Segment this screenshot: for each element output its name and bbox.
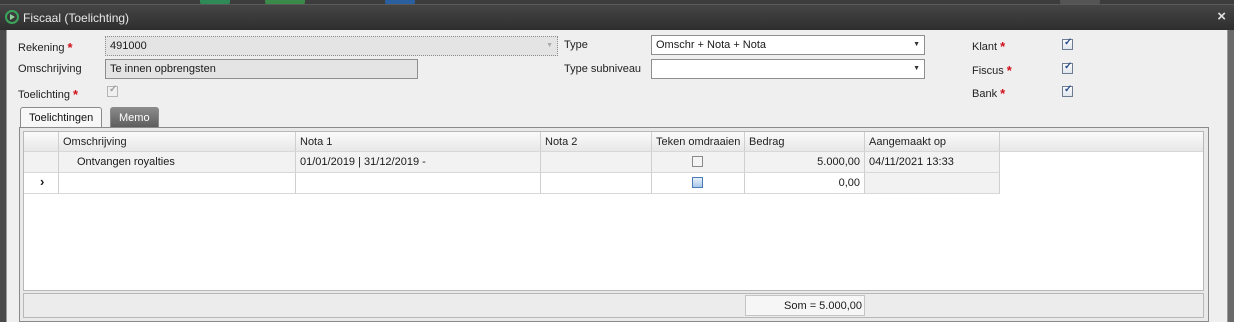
table-cell-omschrijving[interactable]: Ontvangen royalties <box>59 152 296 173</box>
app-logo-icon <box>5 10 19 24</box>
tab-toelichtingen[interactable]: Toelichtingen <box>20 107 103 128</box>
table-cell-bedrag[interactable]: 5.000,00 <box>745 152 865 173</box>
table-cell-bedrag[interactable]: 0,00 <box>745 173 865 194</box>
klant-checkbox[interactable]: ✓ <box>1062 37 1073 50</box>
table-cell-nota1[interactable]: 01/01/2019 | 31/12/2019 - <box>296 152 541 173</box>
rekening-field[interactable]: 491000 ▼ <box>105 36 558 56</box>
bank-label: Bank * <box>972 86 1006 101</box>
type-subniveau-label: Type subniveau <box>564 63 642 75</box>
table-cell-aangemaakt-op[interactable] <box>865 173 1000 194</box>
column-header-nota2[interactable]: Nota 2 <box>541 132 652 152</box>
required-marker: * <box>67 40 73 55</box>
required-marker: * <box>72 87 79 102</box>
check-icon: ✓ <box>1064 37 1073 48</box>
grid-footer: Som = 5.000,00 <box>23 293 1204 318</box>
required-marker: * <box>1006 63 1012 78</box>
column-header-omschrijving[interactable]: Omschrijving <box>59 132 296 152</box>
fiscus-checkbox[interactable]: ✓ <box>1062 61 1073 74</box>
omschrijving-label: Omschrijving <box>18 63 82 75</box>
teken-omdraaien-checkbox[interactable] <box>692 156 703 167</box>
table-cell-nota1[interactable] <box>296 173 541 194</box>
sum-total: Som = 5.000,00 <box>745 295 865 316</box>
column-header-aangemaakt-op[interactable]: Aangemaakt op <box>865 132 1000 152</box>
type-value: Omschr + Nota + Nota <box>656 39 767 51</box>
omschrijving-value: Te innen opbrengsten <box>110 63 216 75</box>
type-label: Type <box>564 39 588 51</box>
rekening-value: 491000 <box>110 40 147 52</box>
toelichtingen-panel: Omschrijving Nota 1 Nota 2 Teken omdraai… <box>19 127 1209 322</box>
required-marker: * <box>1000 86 1006 101</box>
table-cell-aangemaakt-op[interactable]: 04/11/2021 13:33 <box>865 152 1000 173</box>
toelichting-label: Toelichting * <box>18 87 79 102</box>
type-select[interactable]: Omschr + Nota + Nota ▼ <box>651 35 925 55</box>
row-indicator-header <box>24 132 59 152</box>
chevron-down-icon: ▼ <box>546 42 553 49</box>
right-edge-panel <box>1228 30 1234 322</box>
required-marker: * <box>1000 39 1006 54</box>
toelichtingen-grid: Omschrijving Nota 1 Nota 2 Teken omdraai… <box>23 131 1204 291</box>
bank-checkbox[interactable]: ✓ <box>1062 84 1073 97</box>
fiscus-label: Fiscus * <box>972 63 1012 78</box>
column-header-nota1[interactable]: Nota 1 <box>296 132 541 152</box>
title-bar: Fiscaal (Toelichting) × <box>0 4 1234 30</box>
table-cell-teken-omdraaien[interactable] <box>652 173 745 194</box>
dialog-body: Rekening * 491000 ▼ Type Omschr + Nota + … <box>6 30 1228 322</box>
table-cell-teken-omdraaien[interactable] <box>652 152 745 173</box>
omschrijving-field: Te innen opbrengsten <box>105 59 418 79</box>
chevron-down-icon[interactable]: ▼ <box>913 41 920 48</box>
tab-memo[interactable]: Memo <box>110 107 159 127</box>
table-cell-nota2[interactable] <box>541 173 652 194</box>
teken-omdraaien-checkbox[interactable] <box>692 177 703 188</box>
table-cell-nota2[interactable] <box>541 152 652 173</box>
column-header-bedrag[interactable]: Bedrag <box>745 132 865 152</box>
window-title: Fiscaal (Toelichting) <box>23 11 130 25</box>
klant-label: Klant * <box>972 39 1006 54</box>
column-header-teken-omdraaien[interactable]: Teken omdraaien <box>652 132 745 152</box>
toelichting-checkbox: ✓ <box>107 84 118 97</box>
column-header-filler <box>1000 132 1203 152</box>
close-icon[interactable]: × <box>1217 8 1226 25</box>
check-icon: ✓ <box>1064 84 1073 95</box>
check-icon: ✓ <box>1064 61 1073 72</box>
rekening-label: Rekening * <box>18 40 73 55</box>
chevron-down-icon[interactable]: ▼ <box>913 65 920 72</box>
type-subniveau-select[interactable]: ▼ <box>651 59 925 79</box>
check-icon: ✓ <box>109 84 118 95</box>
row-indicator[interactable] <box>24 152 59 173</box>
table-cell-omschrijving[interactable] <box>59 173 296 194</box>
new-row-indicator-icon: › <box>24 173 59 194</box>
